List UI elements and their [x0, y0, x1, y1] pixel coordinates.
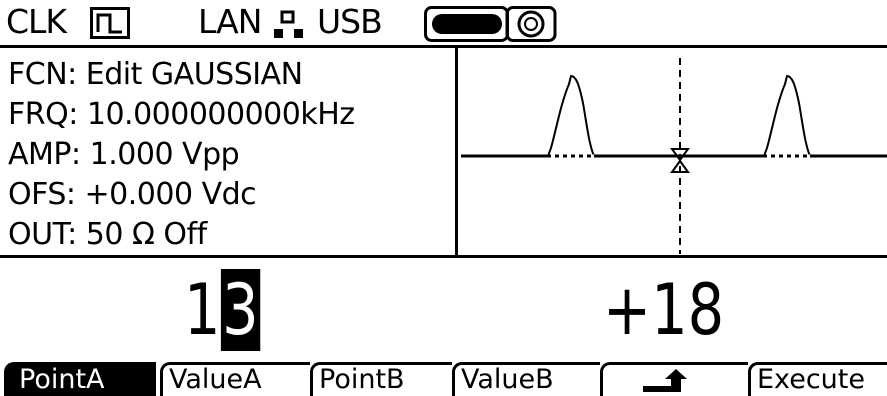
- parameter-panel: FCN: Edit GAUSSIAN FRQ: 10.000000000kHz …: [0, 48, 458, 258]
- offset-line: OFS: +0.000 Vdc: [8, 177, 257, 212]
- softkey-value-a[interactable]: ValueA: [160, 362, 310, 396]
- output-line: OUT: 50 Ω Off: [8, 217, 207, 252]
- usb-status-icon: [424, 6, 557, 42]
- softkey-point-b[interactable]: PointB: [310, 362, 452, 396]
- point-cursor-digit[interactable]: 3: [220, 269, 261, 351]
- gaussian-pulse-right: [763, 74, 811, 157]
- softkey-point-a[interactable]: PointA: [4, 362, 156, 396]
- softkey-return[interactable]: [600, 362, 748, 396]
- amplitude-line: AMP: 1.000 Vpp: [8, 137, 240, 172]
- softkey-bar: PointA ValueA PointB ValueB Execute: [0, 358, 887, 396]
- clock-square-wave-icon: [90, 7, 130, 39]
- usb-label: USB: [317, 2, 383, 41]
- softkey-execute[interactable]: Execute: [748, 362, 887, 396]
- clk-label: CLK: [6, 2, 67, 41]
- softkey-value-b[interactable]: ValueB: [452, 362, 600, 396]
- divider-line: [0, 255, 887, 258]
- point-prefix: 1: [184, 269, 221, 351]
- status-bar: CLK LAN USB: [0, 0, 887, 48]
- point-value-display[interactable]: 13: [184, 268, 261, 352]
- lan-network-icon: [274, 10, 303, 38]
- value-display[interactable]: +18: [603, 268, 724, 352]
- frequency-line: FRQ: 10.000000000kHz: [8, 97, 355, 132]
- return-arrow-icon: [643, 369, 687, 392]
- gaussian-pulse-left: [547, 74, 595, 157]
- instrument-screen: CLK LAN USB FCN: Edit GAUSSIAN FRQ: 10.0…: [0, 0, 887, 396]
- lan-label: LAN: [198, 2, 262, 41]
- function-line: FCN: Edit GAUSSIAN: [8, 57, 303, 92]
- waveform-preview: [461, 58, 887, 254]
